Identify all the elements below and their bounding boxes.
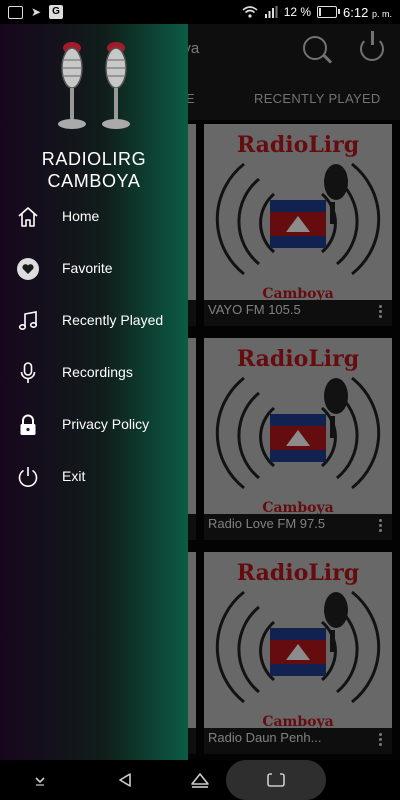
clock: 6:12 p. m. xyxy=(343,5,392,20)
drawer-item-exit[interactable]: Exit xyxy=(0,457,188,497)
drawer-item-recordings[interactable]: Recordings xyxy=(0,353,188,393)
music-note-icon xyxy=(18,311,38,331)
battery-percent: 12 % xyxy=(283,5,312,19)
battery-icon xyxy=(317,6,341,18)
system-nav-bar xyxy=(0,760,400,800)
battery-level xyxy=(319,8,322,16)
drawer-item-favorite[interactable]: Favorite xyxy=(0,249,188,289)
drawer-item-recently-played[interactable]: Recently Played xyxy=(0,301,188,341)
drawer-item-label: Home xyxy=(62,208,100,224)
clock-time: 6:12 xyxy=(343,4,369,20)
back-icon[interactable] xyxy=(116,771,134,789)
home-icon xyxy=(18,207,38,227)
translate-icon: G xyxy=(49,5,64,19)
drawer-title: RADIOLIRG CAMBOYA xyxy=(0,148,188,192)
status-right: 12 % 6:12 p. m. xyxy=(242,0,392,24)
send-icon: ➤ xyxy=(31,5,42,19)
recents-icon[interactable] xyxy=(266,772,286,788)
drawer-title-line2: CAMBOYA xyxy=(47,171,141,191)
signal-icon xyxy=(264,6,278,18)
status-left-icons: ➤ G xyxy=(0,5,64,19)
home-icon[interactable] xyxy=(190,771,210,789)
drawer-item-label: Privacy Policy xyxy=(62,416,150,432)
wifi-icon xyxy=(242,6,258,18)
heart-icon xyxy=(17,258,39,280)
navigation-drawer: RADIOLIRG CAMBOYA Home Favorite Recently… xyxy=(0,24,188,760)
drawer-item-label: Recordings xyxy=(62,364,133,380)
power-icon xyxy=(18,467,38,487)
drawer-scrim[interactable] xyxy=(188,24,400,760)
drawer-item-label: Recently Played xyxy=(62,312,164,328)
image-icon xyxy=(8,5,23,19)
drawer-item-label: Favorite xyxy=(62,260,113,276)
drawer-item-home[interactable]: Home xyxy=(0,197,188,237)
drawer-title-line1: RADIOLIRG xyxy=(41,149,147,169)
clock-ampm: p. m. xyxy=(371,8,392,19)
drawer-item-privacy-policy[interactable]: Privacy Policy xyxy=(0,405,188,445)
lock-icon xyxy=(20,414,36,435)
status-bar: ➤ G 12 % 6:12 p. m. xyxy=(0,0,400,24)
drawer-item-label: Exit xyxy=(62,468,86,484)
chevron-down-icon[interactable] xyxy=(33,773,47,787)
microphone-icon xyxy=(20,362,36,383)
microphones-logo xyxy=(44,38,144,138)
